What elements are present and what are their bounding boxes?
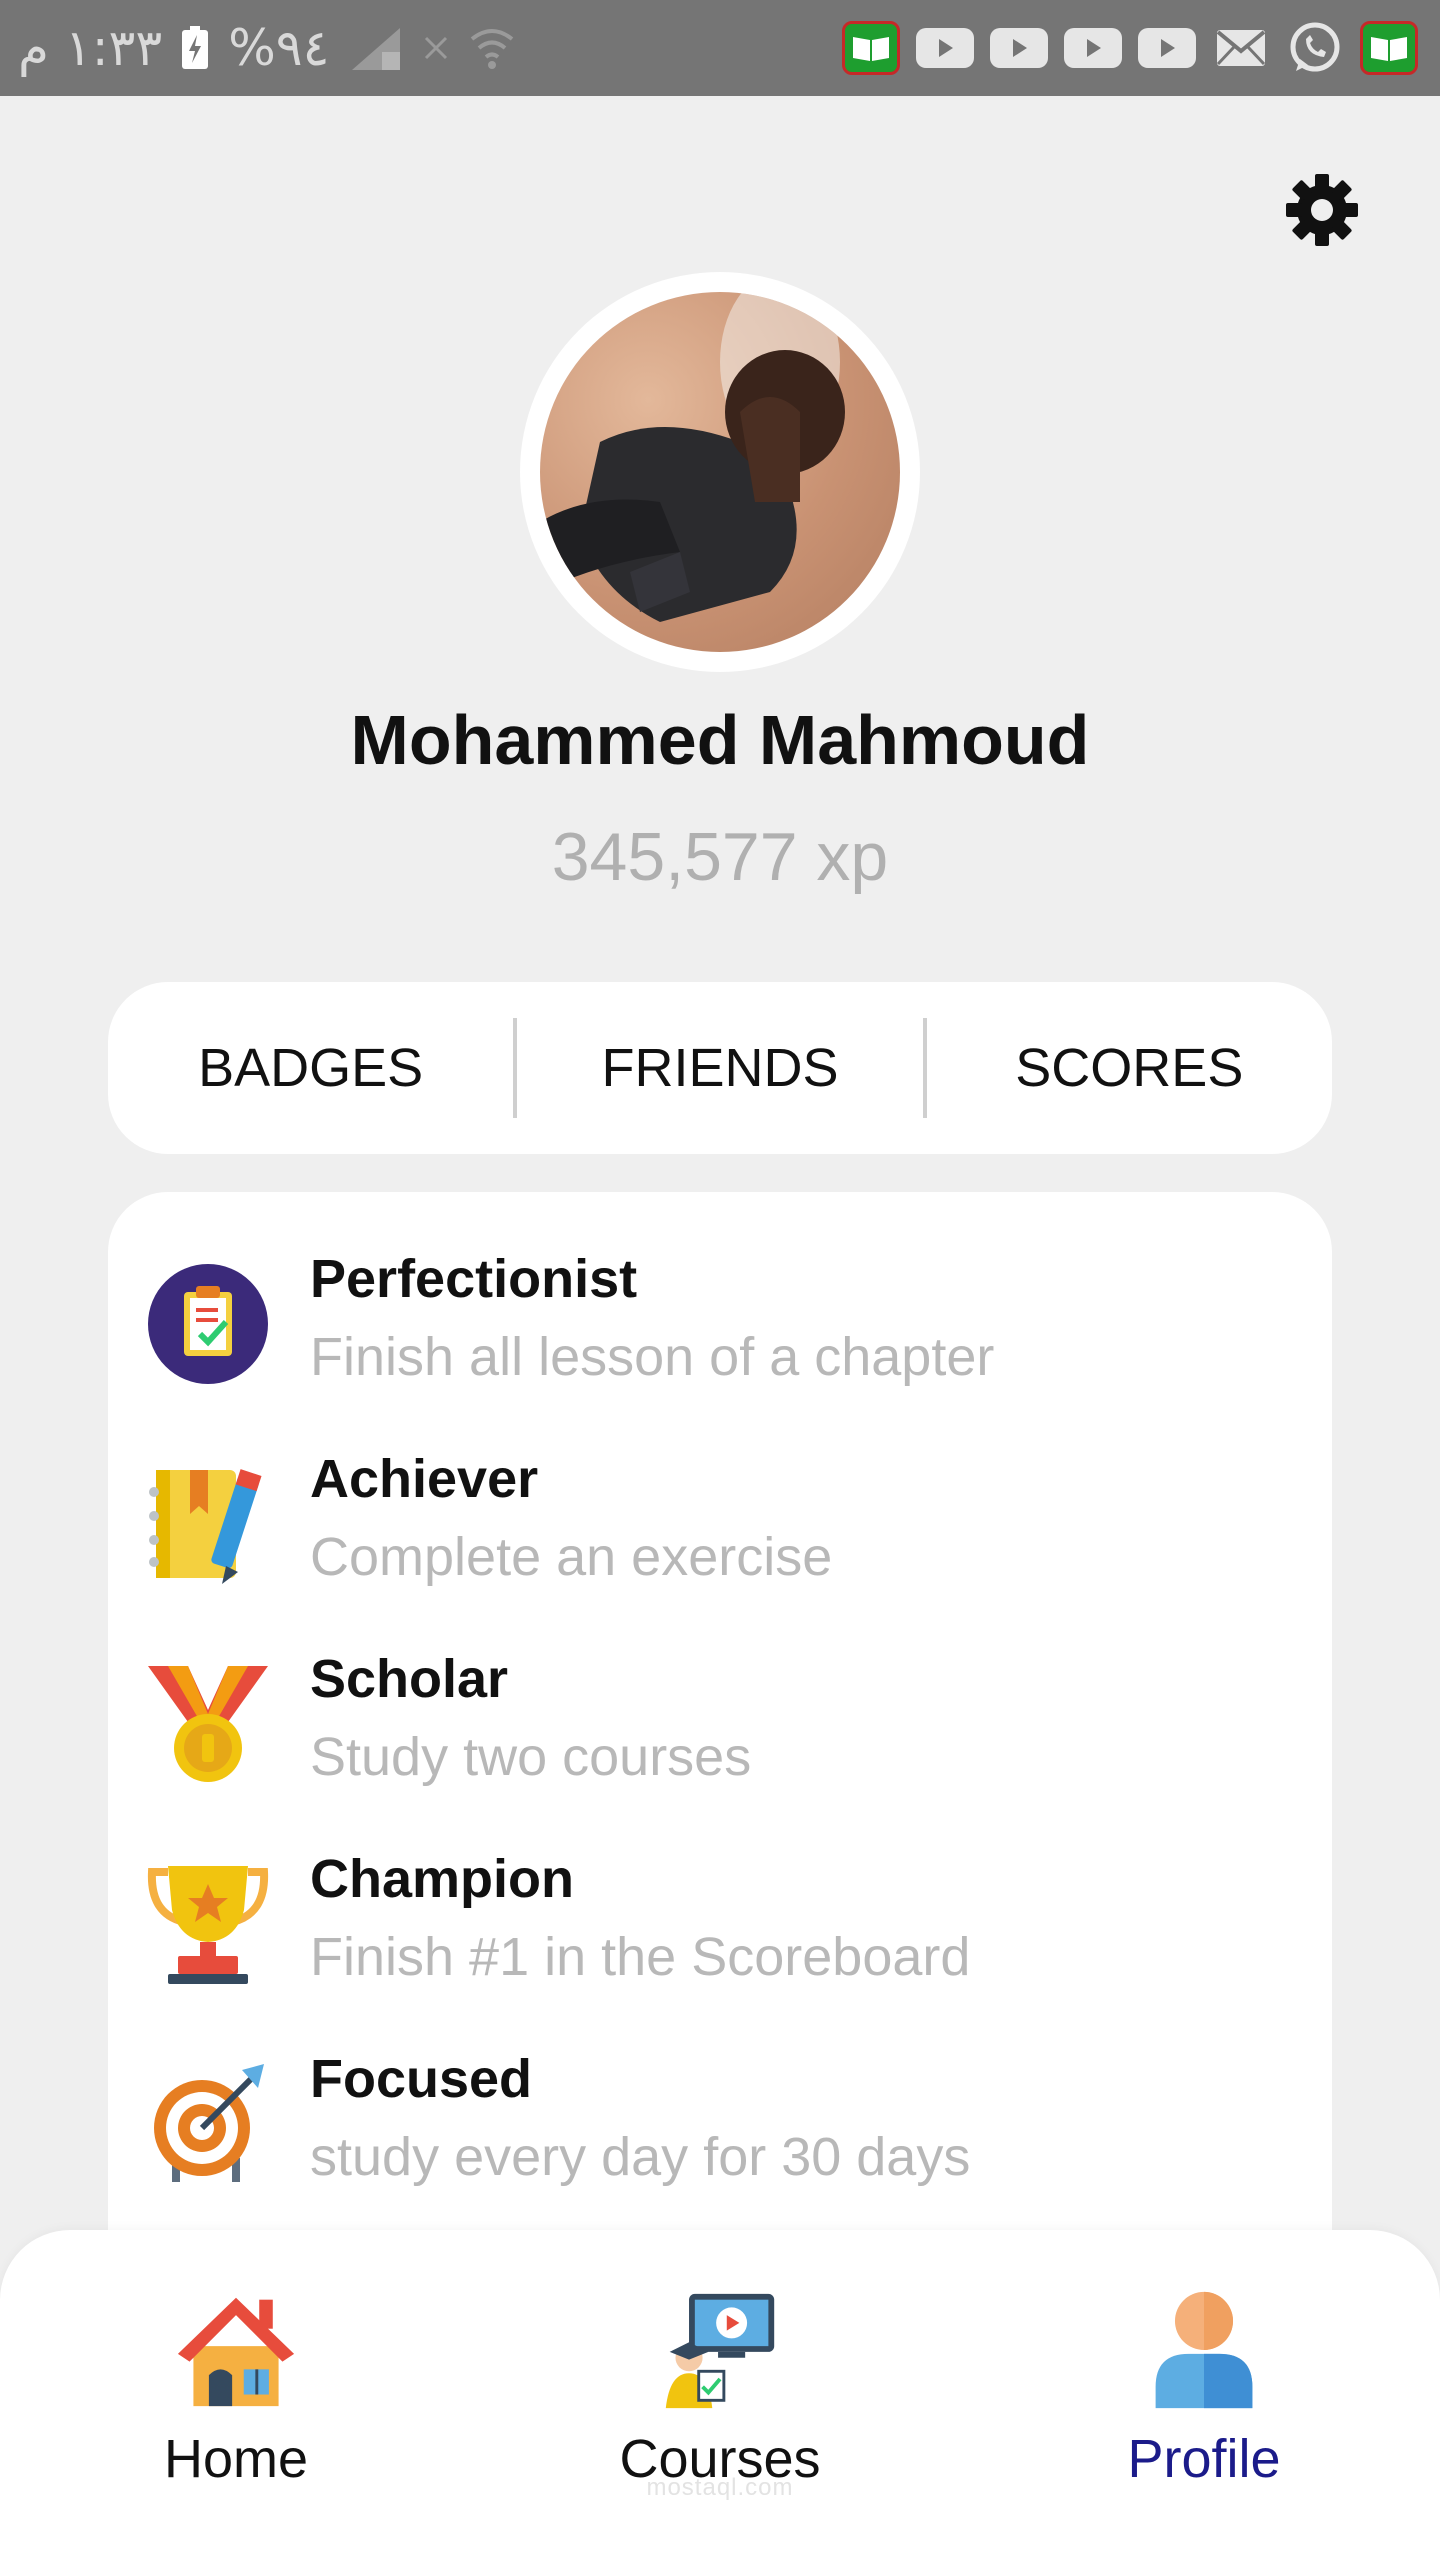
badge-description: Complete an exercise — [310, 1527, 833, 1587]
badge-title: Focused — [310, 2049, 533, 2109]
badge-description: Finish all lesson of a chapter — [310, 1327, 995, 1387]
list-item[interactable]: Scholar Study two courses — [144, 1644, 1294, 1804]
watermark: mostaql.com — [646, 2474, 794, 2501]
signal-icon — [348, 24, 404, 72]
notification-icons — [842, 20, 1418, 76]
notebook-pencil-icon — [144, 1460, 272, 1588]
courses-icon — [660, 2290, 780, 2410]
youtube-icon — [916, 28, 974, 68]
profile-name: Mohammed Mahmoud — [350, 701, 1090, 779]
gear-icon — [1286, 174, 1358, 246]
badge-title: Scholar — [310, 1649, 509, 1709]
tab-friends[interactable]: FRIENDS — [517, 982, 922, 1154]
battery-charging-icon — [180, 25, 210, 71]
list-item[interactable]: Perfectionist Finish all lesson of a cha… — [144, 1244, 1294, 1404]
badge-title: Achiever — [310, 1449, 539, 1509]
whatsapp-icon — [1286, 21, 1344, 75]
quran-app-icon — [842, 21, 900, 75]
nav-label-home: Home — [163, 2429, 309, 2489]
youtube-icon — [1064, 28, 1122, 68]
bottom-navigation: Home Courses Profile — [0, 2230, 1440, 2560]
list-item[interactable]: Champion Finish #1 in the Scoreboard — [144, 1844, 1294, 2004]
list-item[interactable]: Achiever Complete an exercise — [144, 1444, 1294, 1604]
trophy-icon — [144, 1860, 272, 1988]
nav-profile[interactable]: Profile — [1054, 2290, 1354, 2510]
nav-label-profile: Profile — [1127, 2429, 1281, 2489]
user-icon — [1144, 2290, 1264, 2410]
list-item[interactable]: Focused study every day for 30 days — [144, 2044, 1294, 2204]
profile-tabs: BADGES FRIENDS SCORES — [108, 982, 1332, 1154]
profile-xp: 345,577 xp — [551, 819, 889, 895]
youtube-icon — [1138, 28, 1196, 68]
settings-button[interactable] — [1284, 172, 1360, 248]
badge-description: Study two courses — [310, 1727, 752, 1787]
badge-list: Perfectionist Finish all lesson of a cha… — [108, 1192, 1332, 2292]
battery-percent: %٩٤ — [228, 19, 330, 77]
nav-home[interactable]: Home — [86, 2290, 386, 2510]
youtube-icon — [990, 28, 1048, 68]
badge-title: Perfectionist — [310, 1249, 638, 1309]
wifi-icon — [468, 21, 516, 75]
avatar[interactable] — [540, 292, 900, 652]
status-bar: ١:٣٣ م %٩٤ — [0, 0, 1440, 96]
badge-title: Champion — [310, 1849, 574, 1909]
clipboard-check-icon — [144, 1260, 272, 1388]
tab-badges[interactable]: BADGES — [108, 982, 513, 1154]
target-icon — [144, 2060, 272, 2188]
badge-description: Finish #1 in the Scoreboard — [310, 1927, 971, 1987]
quran-app-icon — [1360, 21, 1418, 75]
no-sim-icon — [422, 34, 450, 62]
status-time: ١:٣٣ م — [18, 19, 163, 77]
medal-icon — [144, 1660, 272, 1788]
status-left: ١:٣٣ م %٩٤ — [18, 14, 516, 82]
mail-icon — [1212, 21, 1270, 75]
tab-scores[interactable]: SCORES — [927, 982, 1332, 1154]
badge-description: study every day for 30 days — [310, 2127, 971, 2187]
house-icon — [176, 2290, 296, 2410]
